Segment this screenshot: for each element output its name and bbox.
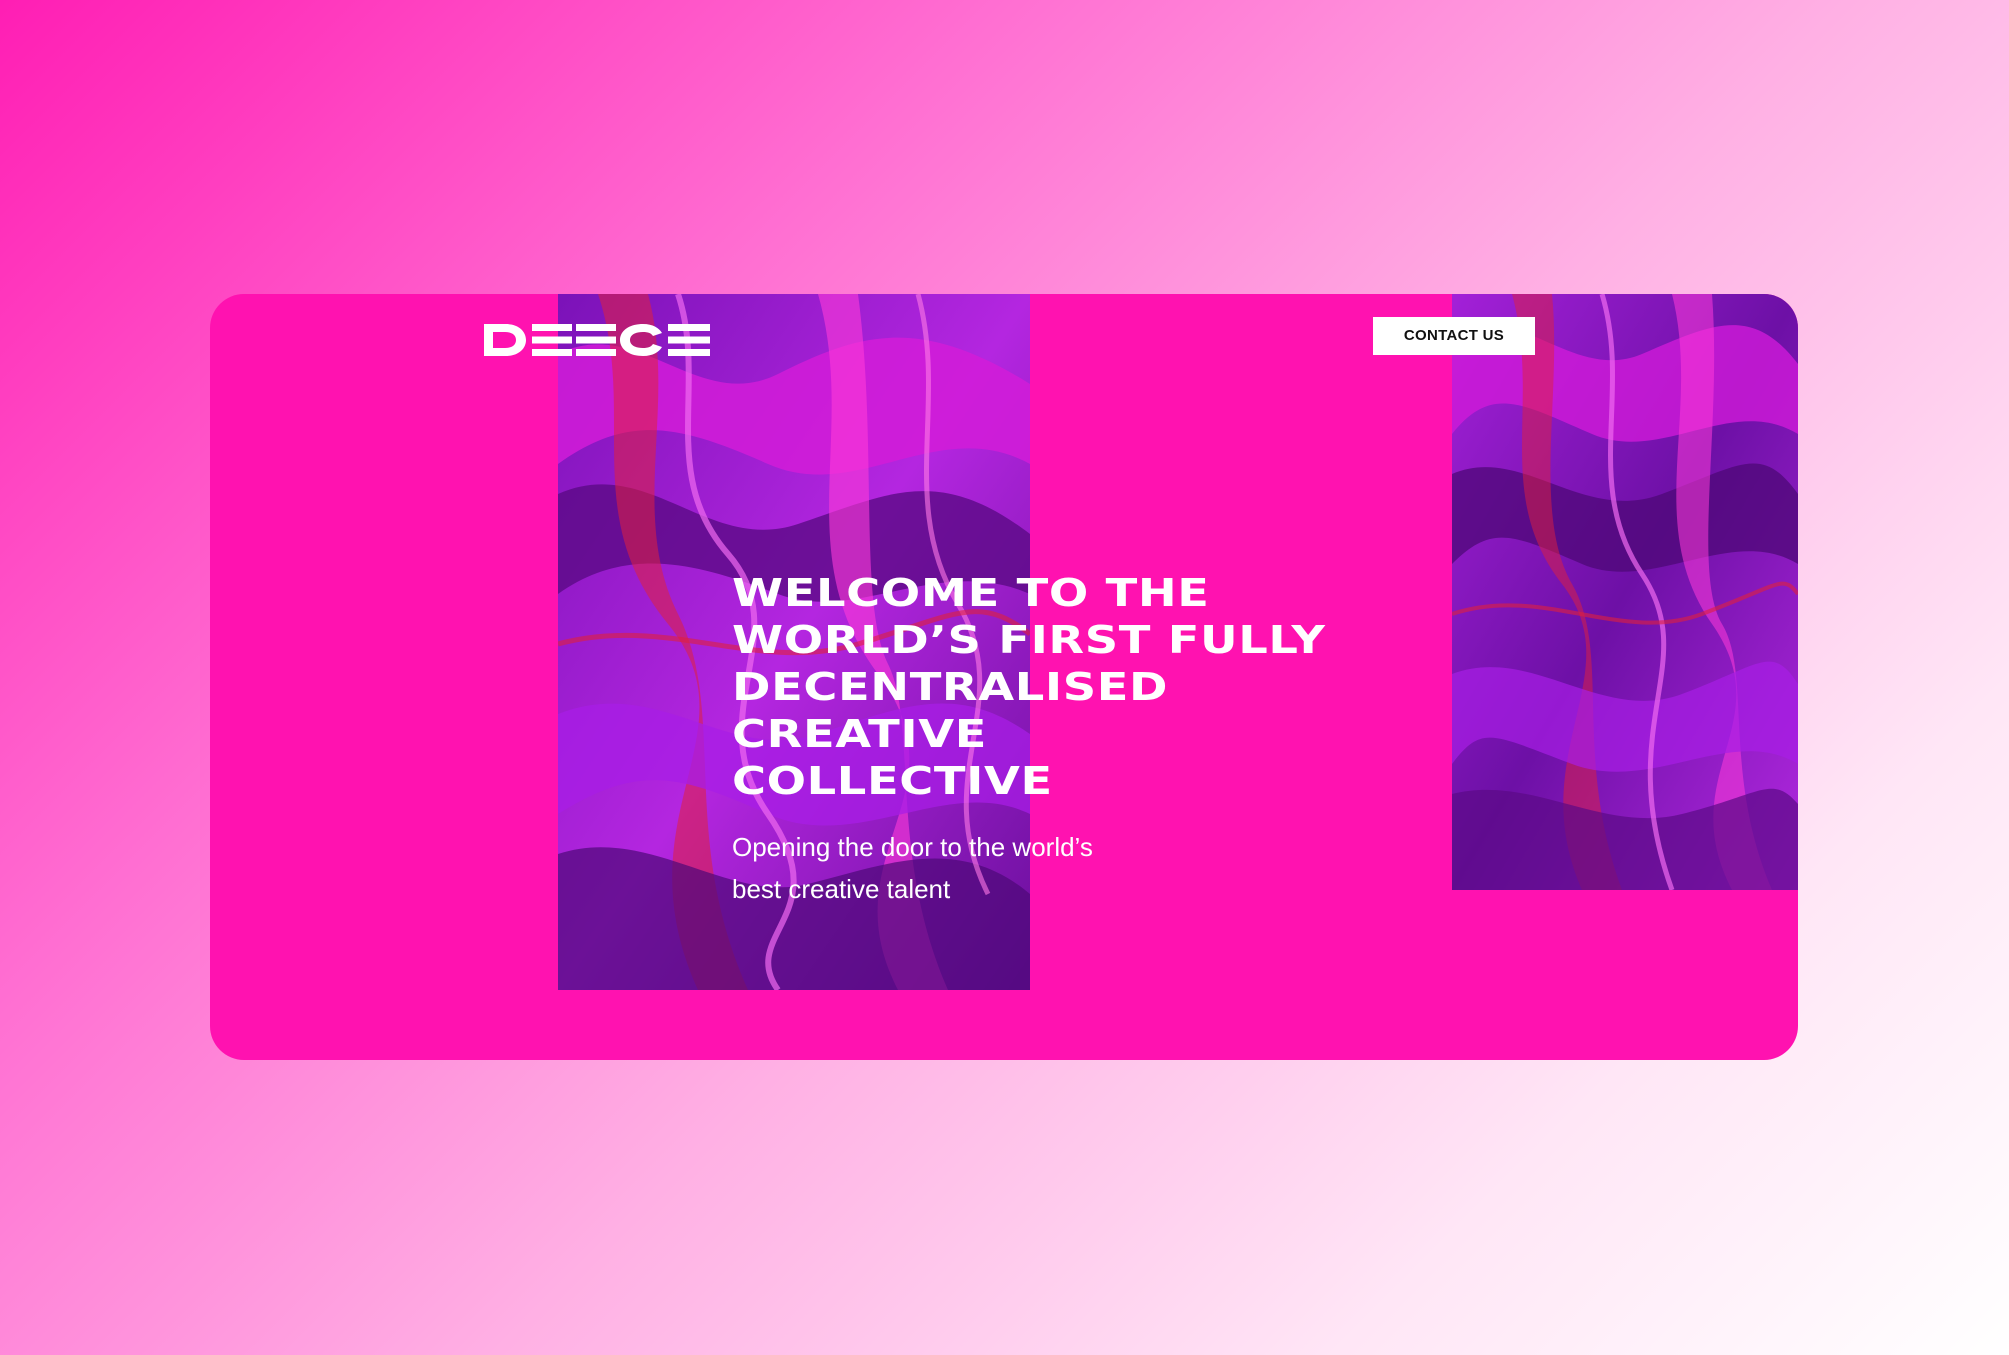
hero-card: CONTACT US WELCOME TO THE WORLD’S FIRST … bbox=[210, 294, 1798, 1060]
contact-us-button[interactable]: CONTACT US bbox=[1373, 317, 1535, 355]
hero-title-line: WELCOME TO THE bbox=[732, 571, 1210, 615]
hero-subtitle: Opening the door to the world’s best cre… bbox=[732, 826, 1192, 910]
hero-title-line: WORLD’S FIRST FULLY bbox=[732, 618, 1326, 662]
hero-title-line: CREATIVE bbox=[732, 712, 987, 756]
hero-subtitle-line: Opening the door to the world’s bbox=[732, 832, 1093, 862]
deece-wordmark-icon bbox=[484, 324, 710, 356]
hero-title-line: COLLECTIVE bbox=[732, 759, 1053, 803]
hero-title: WELCOME TO THE WORLD’S FIRST FULLY DECEN… bbox=[732, 570, 1610, 805]
deece-logo[interactable] bbox=[484, 320, 710, 360]
hero-subtitle-line: best creative talent bbox=[732, 874, 951, 904]
hero-title-line: DECENTRALISED bbox=[732, 665, 1169, 709]
